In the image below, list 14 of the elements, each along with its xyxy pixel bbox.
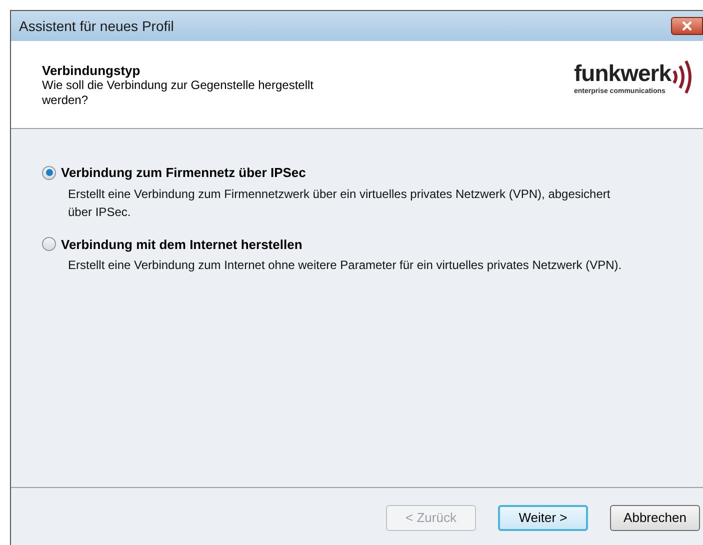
dialog-button[interactable]: Weiter > [498,504,588,530]
option-label: Verbindung mit dem Internet herstellen [61,236,302,254]
option-description: Erstellt eine Verbindung zum Internet ohne weitere Parameter für ein virtuelles privates Netzwerk (VPN). [68,257,623,274]
window-title: Assistent für neues Profil [19,16,174,36]
header-subtitle: Wie soll die Verbindung zur Gegenstelle hergestellt werden? [42,78,314,108]
close-button[interactable] [671,17,703,35]
header-title: Verbindungstyp [42,63,142,78]
logo-wordmark: funkwerk [574,59,671,87]
radio-button[interactable] [42,166,56,180]
option-label: Verbindung zum Firmennetz über IPSec [61,164,306,182]
close-icon [682,21,692,31]
dialog-button[interactable]: Abbrechen [610,504,700,530]
radio-button[interactable] [42,237,56,252]
option-description: Erstellt eine Verbindung zum Firmennetzwerk über ein virtuelles privates Netzwerk (VPN), abgesichert über IPSec. [68,186,612,220]
